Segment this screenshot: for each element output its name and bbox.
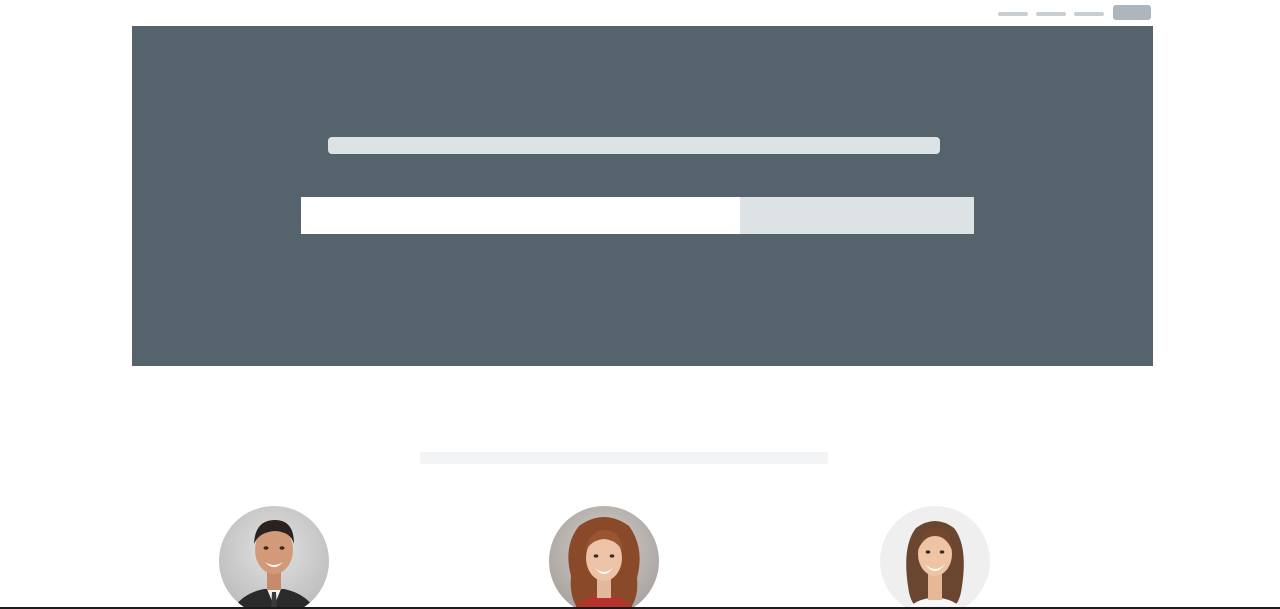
hero-banner xyxy=(132,26,1153,366)
hero-email-input[interactable] xyxy=(301,197,740,234)
woman-smiling-portrait xyxy=(880,506,990,609)
team-member-avatar-1 xyxy=(219,506,329,609)
landing-page xyxy=(0,0,1280,609)
nav-item-2[interactable] xyxy=(1036,12,1066,16)
team-member-avatar-2 xyxy=(549,506,659,609)
team-section-heading xyxy=(420,452,828,464)
hero-submit-button[interactable] xyxy=(740,197,974,234)
nav-item-1[interactable] xyxy=(998,12,1028,16)
man-in-suit-portrait xyxy=(219,506,329,609)
woman-curly-hair-portrait xyxy=(549,506,659,609)
nav-item-3[interactable] xyxy=(1074,12,1104,16)
hero-title xyxy=(328,137,940,154)
team-member-avatar-3 xyxy=(880,506,990,609)
nav-cta-button[interactable] xyxy=(1113,5,1151,20)
